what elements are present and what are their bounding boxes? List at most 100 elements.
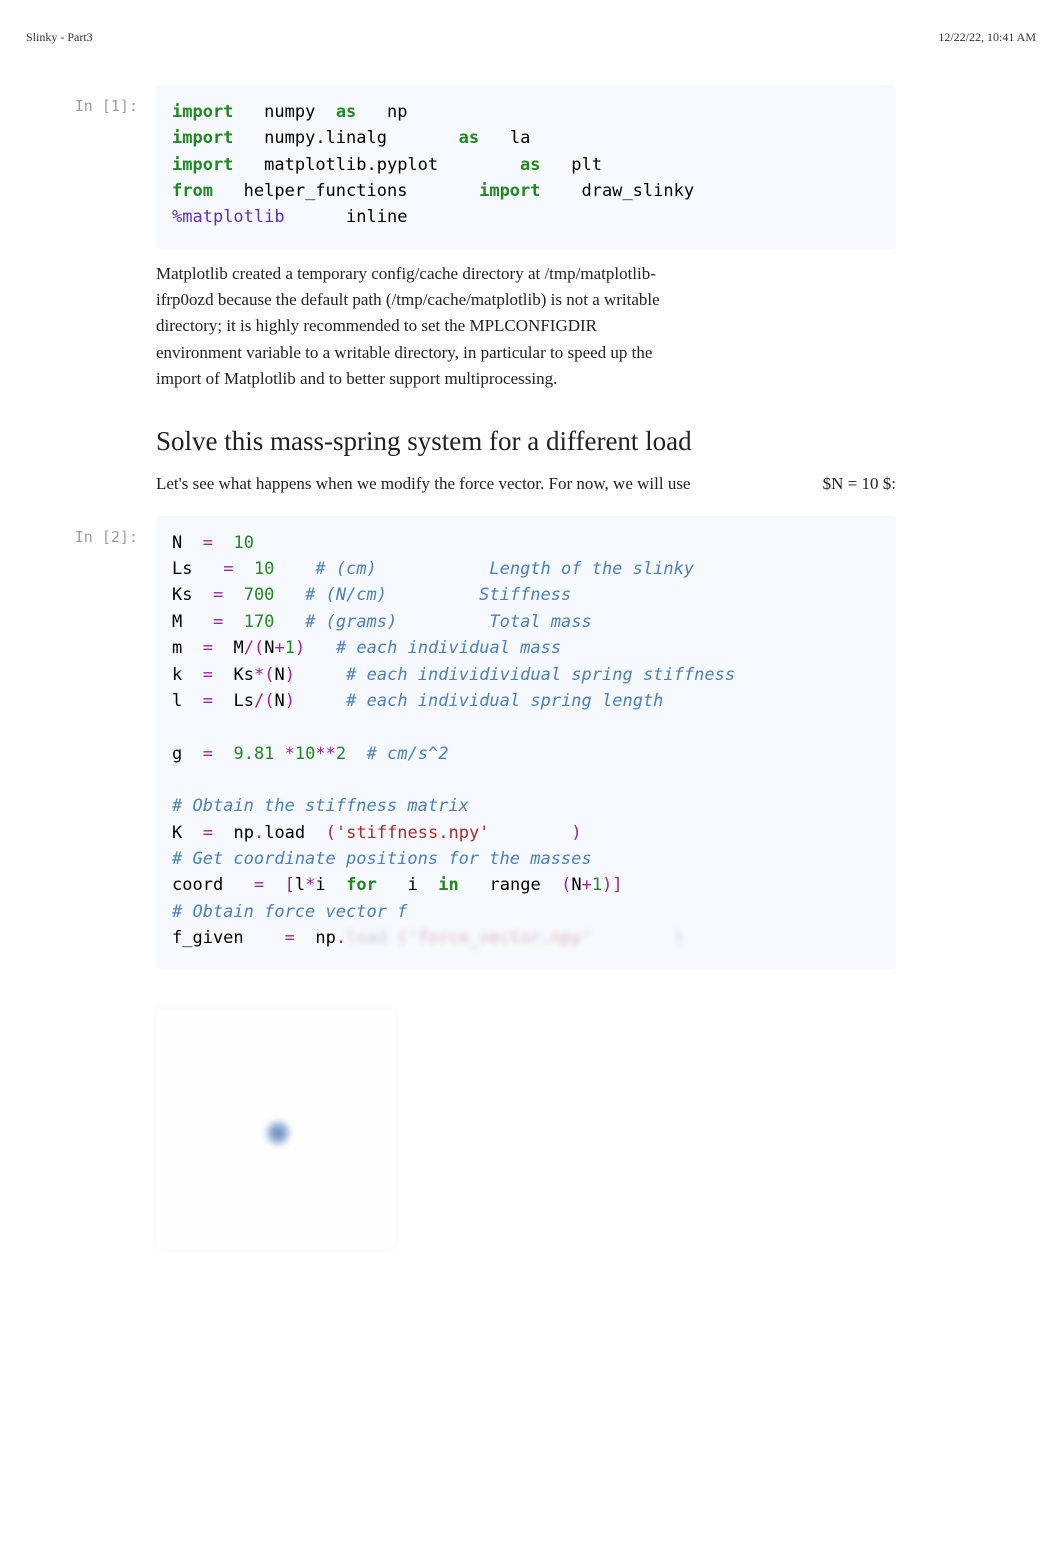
bracket: [ (285, 875, 295, 895)
keyword-import: import (479, 181, 540, 201)
alias: plt (571, 155, 602, 175)
blurred-code: ('force_vector.npy' (397, 928, 591, 948)
op-plus: + (274, 638, 284, 658)
num: 9.81 (233, 744, 274, 764)
markdown-text: Let's see what happens when we modify th… (156, 471, 690, 497)
module-name: numpy.linalg (264, 128, 387, 148)
paren: ( (561, 875, 571, 895)
var: N (172, 533, 182, 553)
var: Ls (172, 559, 192, 579)
num: 10 (254, 559, 274, 579)
num: 2 (336, 744, 346, 764)
var: f_given (172, 928, 244, 948)
comment: # (N/cm) Stiffness (305, 585, 571, 605)
num: 10 (233, 533, 253, 553)
code-cell-2: In [2]: N = 10 Ls = 10 # (cm) Length of … (26, 516, 1036, 970)
paren: ) (602, 875, 612, 895)
bracket: ] (612, 875, 622, 895)
var: coord (172, 875, 223, 895)
num: 10 (295, 744, 315, 764)
keyword-import: import (172, 128, 233, 148)
var: N (274, 691, 284, 711)
magic-name: matplotlib (182, 207, 284, 227)
op-star: * (254, 665, 264, 685)
alias: la (510, 128, 530, 148)
op-eq: = (203, 823, 213, 843)
blurred-plot-icon (266, 1121, 290, 1145)
op-div: / (244, 638, 254, 658)
op-div: / (254, 691, 264, 711)
op-eq: = (213, 585, 223, 605)
comment: # each individual mass (336, 638, 561, 658)
string: 'stiffness.npy' (336, 823, 490, 843)
var: M (233, 638, 243, 658)
var: np (233, 823, 253, 843)
comment: # (cm) Length of the slinky (315, 559, 694, 579)
module-name: helper_functions (244, 181, 408, 201)
op-star: * (305, 875, 315, 895)
prompt-empty (26, 257, 156, 405)
magic-arg: inline (346, 207, 407, 227)
fn: load (264, 823, 305, 843)
op-eq: = (213, 612, 223, 632)
page-header: Slinky - Part3 12/22/22, 10:41 AM (26, 30, 1036, 45)
keyword-import: import (172, 155, 233, 175)
doc-timestamp: 12/22/22, 10:41 AM (938, 30, 1036, 45)
var: l (295, 875, 305, 895)
op-eq: = (223, 559, 233, 579)
blurred-code: ) (674, 928, 684, 948)
keyword-import: import (172, 102, 233, 122)
section-heading: Solve this mass-spring system for a diff… (156, 426, 896, 457)
keyword-for: for (346, 875, 377, 895)
num: 170 (244, 612, 275, 632)
var: N (264, 638, 274, 658)
comment: # (grams) Total mass (305, 612, 592, 632)
output-image-placeholder (156, 1009, 396, 1249)
var: i (315, 875, 325, 895)
imported-name: draw_slinky (581, 181, 694, 201)
code-block-2[interactable]: N = 10 Ls = 10 # (cm) Length of the slin… (156, 516, 896, 970)
comment: # Obtain the stiffness matrix (172, 796, 469, 816)
notebook: In [1]: import numpy as np import numpy.… (26, 85, 1036, 1249)
var: N (274, 665, 284, 685)
op-eq: = (285, 928, 295, 948)
paren: ) (295, 638, 305, 658)
markdown-cell-1: Solve this mass-spring system for a diff… (26, 412, 1036, 497)
prompt-empty (26, 412, 156, 497)
stderr-output: Matplotlib created a temporary config/ca… (156, 257, 676, 405)
code-cell-1: In [1]: import numpy as np import numpy.… (26, 85, 1036, 249)
paren: ( (326, 823, 336, 843)
var: m (172, 638, 182, 658)
var: K (172, 823, 182, 843)
blurred-code: load (346, 928, 387, 948)
code-block-1[interactable]: import numpy as np import numpy.linalg a… (156, 85, 896, 249)
var: np (315, 928, 335, 948)
keyword-as: as (520, 155, 540, 175)
var: Ks (172, 585, 192, 605)
output-cell-1: Matplotlib created a temporary config/ca… (26, 257, 1036, 405)
var: Ks (233, 665, 253, 685)
comment: # cm/s^2 (367, 744, 449, 764)
op-eq: = (203, 638, 213, 658)
fn: range (490, 875, 541, 895)
comment: # each individual spring length (346, 691, 663, 711)
comment: # each individividual spring stiffness (346, 665, 735, 685)
doc-title: Slinky - Part3 (26, 30, 93, 45)
var: Ls (233, 691, 253, 711)
var: N (571, 875, 581, 895)
keyword-as: as (459, 128, 479, 148)
paren: ( (264, 691, 274, 711)
num: 1 (285, 638, 295, 658)
paren: ) (285, 665, 295, 685)
math-inline: $N = 10 $: (823, 471, 896, 497)
var: i (408, 875, 418, 895)
paren: ( (254, 638, 264, 658)
var: l (172, 691, 182, 711)
op-eq: = (203, 744, 213, 764)
var: M (172, 612, 182, 632)
keyword-as: as (336, 102, 356, 122)
keyword-in: in (438, 875, 458, 895)
num: 1 (592, 875, 602, 895)
op-plus: + (582, 875, 592, 895)
magic-percent: % (172, 207, 182, 227)
